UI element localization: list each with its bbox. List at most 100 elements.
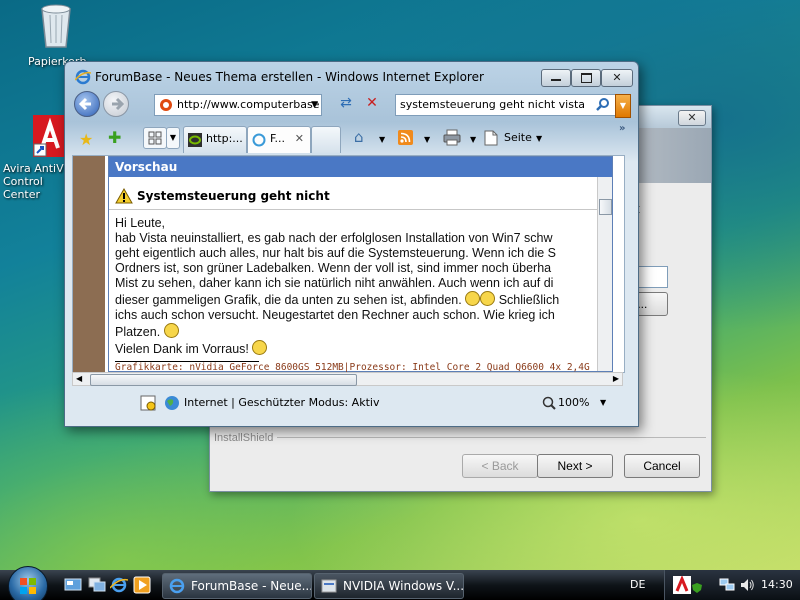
back-arrow-icon [78, 97, 91, 111]
desktop: Papierkorb Avira AntiVir Control Center … [0, 0, 800, 600]
next-button[interactable]: Next > [537, 454, 613, 478]
stop-button[interactable]: ✕ [362, 95, 382, 114]
chevron-down-icon: ▼ [169, 133, 177, 142]
popup-blocker-icon[interactable] [140, 395, 156, 411]
loading-favicon-icon [252, 133, 266, 147]
post-line-tail: Schließlich [498, 293, 560, 307]
forward-arrow-icon [112, 97, 125, 111]
stop-icon: ✕ [366, 95, 378, 111]
preview-post-title: Systemsteuerung geht nicht [137, 189, 330, 203]
security-zone-text[interactable]: Internet | Geschützter Modus: Aktiv [184, 392, 379, 414]
tab-label: F... [270, 132, 286, 145]
sad-smiley-icon [480, 291, 496, 306]
taskbar-button-forumbase[interactable]: ForumBase - Neue... [162, 573, 312, 599]
installshield-label: InstallShield [214, 432, 278, 444]
recycle-bin-desktop-icon[interactable]: Papierkorb [18, 3, 94, 68]
scroll-thumb[interactable] [599, 199, 612, 215]
favorites-star-button[interactable]: ★ [79, 130, 93, 149]
taskbar-button-label: NVIDIA Windows V... [343, 579, 464, 593]
home-dropdown[interactable]: ▼ [379, 132, 385, 148]
scroll-right-arrow-icon[interactable]: ▶ [613, 373, 619, 385]
cancel-button[interactable]: Cancel [624, 454, 700, 478]
post-line: ichs auch schon versucht. Neugestartet d… [115, 308, 555, 322]
avira-label: Avira AntiVir Control Center [3, 162, 71, 201]
home-button[interactable]: ⌂ [354, 128, 364, 146]
horizontal-scroll-thumb[interactable] [90, 374, 357, 386]
volume-tray-icon[interactable] [739, 577, 755, 593]
close-button[interactable]: ✕ [601, 69, 633, 87]
printer-icon [443, 129, 461, 146]
back-nav-button[interactable] [74, 91, 100, 117]
add-favorites-button[interactable]: ✚ [108, 128, 121, 147]
toolbar-overflow-chevron-icon[interactable]: » [619, 123, 625, 134]
feeds-dropdown[interactable]: ▼ [424, 132, 430, 148]
search-icon[interactable] [596, 98, 610, 112]
minimize-icon [551, 79, 561, 81]
tab-nvidia[interactable]: http:... [183, 126, 247, 153]
tab-forumbase[interactable]: F... ✕ [247, 126, 311, 153]
page-viewport[interactable]: Vorschau Systemsteuerung geht nicht Hi L… [72, 155, 625, 373]
clock[interactable]: 14:30 [761, 570, 793, 600]
minimize-button[interactable] [541, 69, 571, 87]
post-line: Mist zu sehen, daher kann ich sie natürl… [115, 276, 554, 290]
start-button[interactable] [8, 566, 48, 600]
zoom-dropdown-icon[interactable]: ▼ [600, 392, 606, 414]
taskbar-button-label: ForumBase - Neue... [191, 579, 312, 593]
show-desktop-icon[interactable] [64, 577, 82, 593]
address-bar[interactable]: http://www.computerbase ▼ [154, 94, 322, 116]
home-icon: ⌂ [354, 128, 364, 146]
preview-panel: Vorschau Systemsteuerung geht nicht Hi L… [108, 156, 613, 372]
page-menu-button[interactable]: Seite ▼ [484, 129, 554, 147]
tab-list-dropdown[interactable]: ▼ [166, 127, 180, 149]
zoom-level[interactable]: 100% [558, 392, 589, 414]
rss-icon [400, 132, 411, 143]
network-tray-icon[interactable] [719, 577, 735, 593]
maximize-button[interactable] [571, 69, 601, 87]
quick-tabs-icon [148, 131, 162, 145]
ie-window[interactable]: ForumBase - Neues Thema erstellen - Wind… [64, 61, 639, 427]
smile-smiley-icon [252, 340, 268, 355]
new-tab-button[interactable] [311, 126, 341, 153]
installer-divider [214, 437, 706, 438]
horizontal-scrollbar[interactable]: ◀ ▶ [72, 372, 623, 386]
avira-desktop-icon[interactable]: Avira AntiVir Control Center [0, 114, 71, 201]
page-icon [484, 130, 498, 146]
post-line-with-smiley: Vielen Dank im Vorraus! [115, 340, 612, 357]
search-input[interactable]: systemsteuerung geht nicht vista [395, 94, 617, 116]
switch-windows-icon[interactable] [88, 577, 106, 593]
print-button[interactable] [443, 129, 461, 146]
post-line: Hi Leute, [115, 216, 166, 230]
feeds-button[interactable] [398, 130, 413, 145]
site-favicon-icon [160, 99, 172, 111]
scroll-left-arrow-icon[interactable]: ◀ [76, 373, 82, 385]
media-player-icon[interactable] [133, 576, 151, 594]
installer-close-button[interactable]: ✕ [678, 110, 706, 126]
ie-quicklaunch-icon[interactable] [110, 576, 128, 594]
favorites-star-icon: ★ [79, 130, 94, 149]
print-dropdown[interactable]: ▼ [470, 132, 476, 148]
post-line-with-smiley: Platzen. [115, 323, 612, 340]
security-shield-tray-icon[interactable] [691, 582, 703, 594]
page-left-border [73, 156, 105, 372]
back-button[interactable]: < Back [462, 454, 538, 478]
search-query-text: systemsteuerung geht nicht vista [400, 98, 586, 111]
taskbar-button-nvidia[interactable]: NVIDIA Windows V... [314, 573, 464, 599]
ie-taskbar-icon [169, 578, 185, 594]
forward-nav-button[interactable] [103, 91, 129, 117]
recycle-bin-icon [41, 4, 71, 48]
chevron-down-icon: ▼ [619, 101, 627, 110]
post-line-with-smileys: dieser gammeligen Grafik, die da unten z… [115, 291, 612, 308]
ie-logo-icon [75, 69, 91, 85]
refresh-button[interactable]: ⇄ [336, 95, 356, 114]
quick-tabs-button[interactable] [143, 127, 167, 149]
language-indicator[interactable]: DE [630, 570, 645, 600]
search-provider-dropdown[interactable]: ▼ [615, 94, 631, 118]
post-line: Ordners ist, son grüner Ladebalken. Wenn… [115, 261, 552, 275]
tab-close-icon[interactable]: ✕ [295, 127, 304, 151]
preview-vertical-scrollbar[interactable] [597, 177, 612, 371]
avira-tray-icon[interactable] [673, 576, 691, 594]
zoom-icon [542, 396, 556, 410]
address-dropdown-icon[interactable]: ▼ [311, 95, 318, 115]
maximize-icon [580, 73, 592, 83]
post-line: Platzen. [115, 325, 161, 339]
